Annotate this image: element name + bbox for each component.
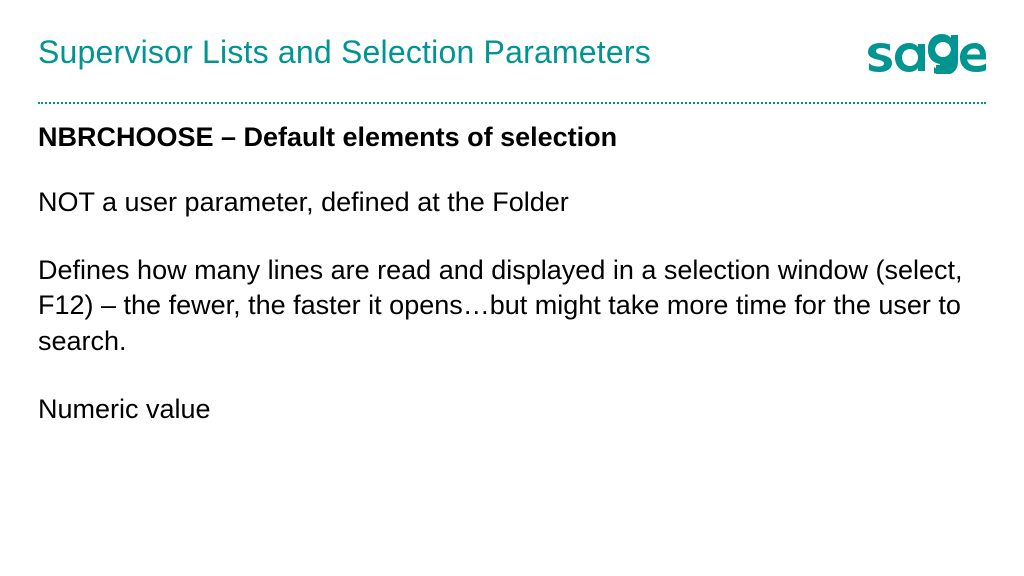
content-paragraph: NOT a user parameter, defined at the Fol… (38, 185, 986, 221)
content-paragraph: Numeric value (38, 392, 986, 428)
slide-content: NBRCHOOSE – Default elements of selectio… (0, 104, 1024, 427)
sage-logo-icon (866, 30, 986, 74)
slide-header: Supervisor Lists and Selection Parameter… (0, 0, 1024, 74)
content-paragraph: Defines how many lines are read and disp… (38, 253, 986, 360)
content-heading: NBRCHOOSE – Default elements of selectio… (38, 122, 986, 153)
slide-title: Supervisor Lists and Selection Parameter… (38, 34, 651, 71)
